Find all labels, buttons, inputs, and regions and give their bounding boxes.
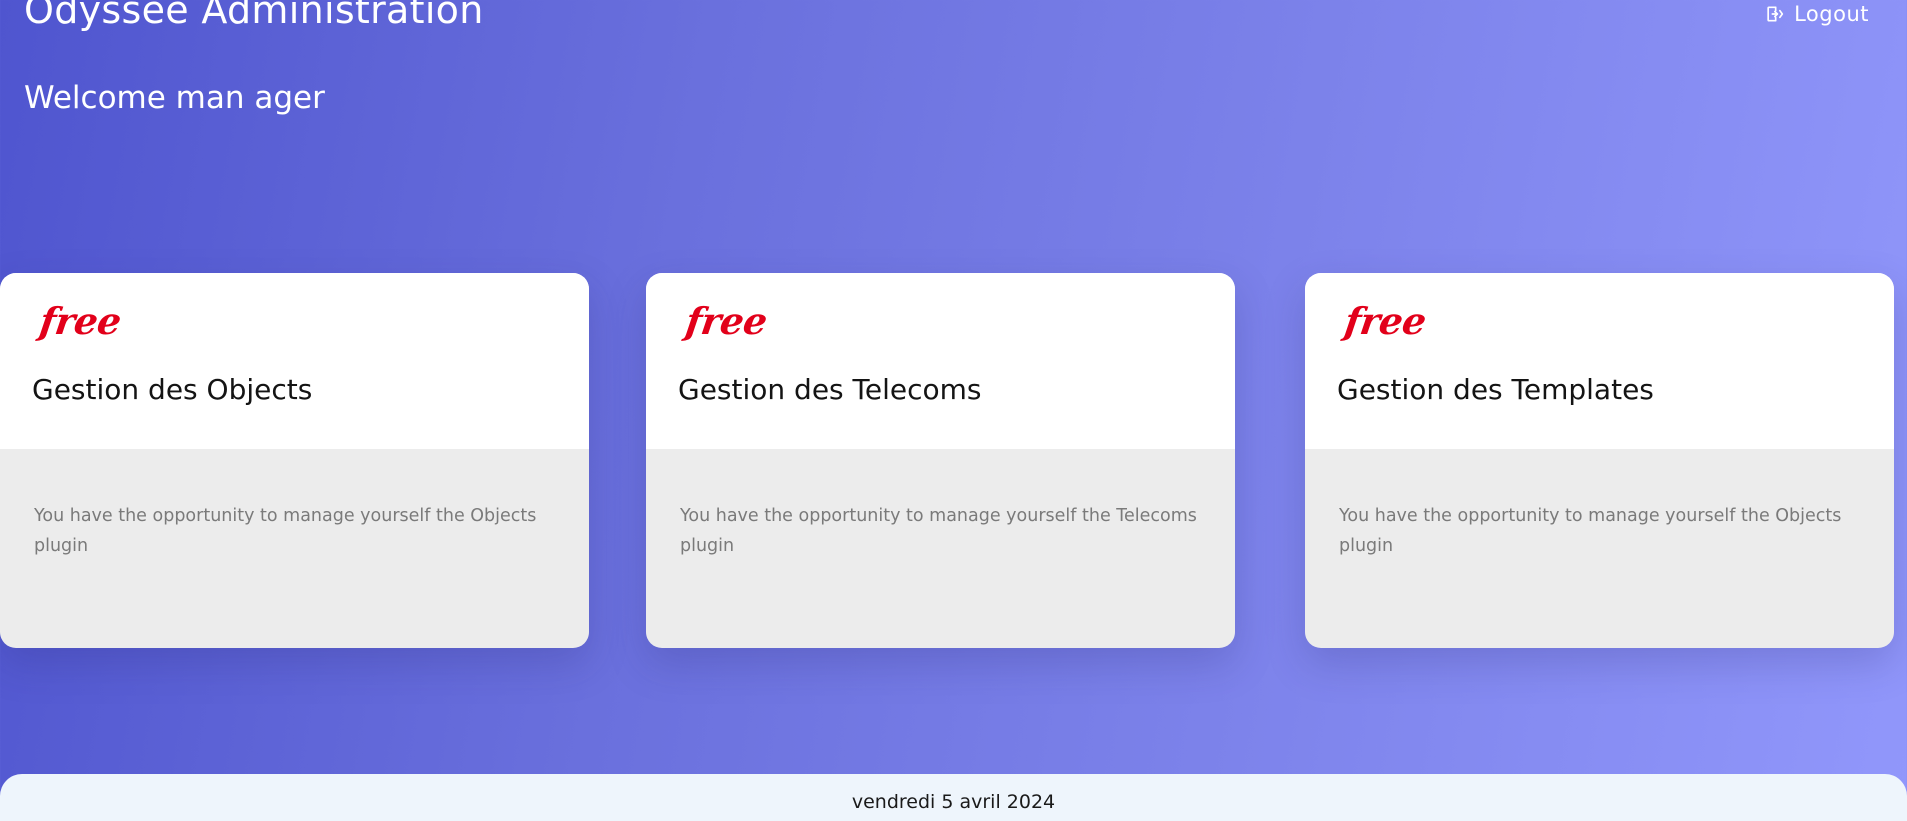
app-title: Odyssée Administration (24, 0, 484, 32)
card-header: free Gestion des Telecoms (646, 273, 1235, 449)
card-title: Gestion des Templates (1337, 373, 1654, 406)
logout-icon (1767, 6, 1784, 22)
card-header: free Gestion des Templates (1305, 273, 1894, 449)
card-header: free Gestion des Objects (0, 273, 589, 449)
logout-button[interactable]: Logout (1764, 2, 1869, 26)
free-logo: free (1341, 299, 1429, 343)
card-templates[interactable]: free Gestion des Templates You have the … (1305, 273, 1894, 648)
logout-label: Logout (1794, 2, 1869, 26)
free-logo: free (36, 299, 124, 343)
card-title: Gestion des Objects (32, 373, 313, 406)
welcome-message: Welcome man ager (24, 80, 325, 116)
card-description: You have the opportunity to manage yours… (1339, 506, 1842, 556)
card-title: Gestion des Telecoms (678, 373, 982, 406)
footer: vendredi 5 avril 2024 (0, 774, 1907, 821)
card-telecoms[interactable]: free Gestion des Telecoms You have the o… (646, 273, 1235, 648)
footer-date: vendredi 5 avril 2024 (851, 791, 1056, 813)
free-logo: free (682, 299, 770, 343)
card-description: You have the opportunity to manage yours… (680, 506, 1197, 556)
card-objects[interactable]: free Gestion des Objects You have the op… (0, 273, 589, 648)
card-description: You have the opportunity to manage yours… (34, 506, 537, 556)
